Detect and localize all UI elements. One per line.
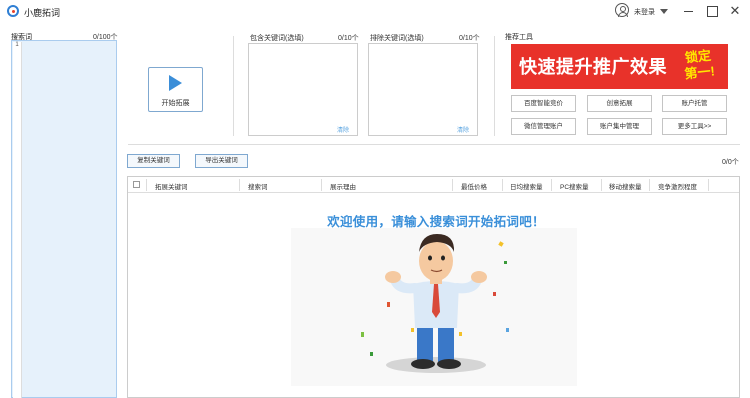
column-separator: [502, 179, 503, 191]
app-title: 小鹿拓词: [24, 8, 61, 18]
exclude-keywords-input[interactable]: 清除: [368, 43, 478, 136]
col-pc-search[interactable]: PC搜索量: [560, 181, 589, 191]
col-search-word[interactable]: 搜索词: [248, 181, 268, 191]
column-separator: [146, 179, 147, 191]
tools-title: 推荐工具: [505, 34, 533, 41]
copy-keywords-button[interactable]: 复制关键词: [127, 154, 180, 168]
column-separator: [649, 179, 650, 191]
minimize-button[interactable]: [682, 4, 696, 18]
promo-banner[interactable]: 快速提升推广效果 锁定 第一!: [511, 44, 728, 89]
close-icon[interactable]: ✕: [728, 4, 742, 18]
shrugging-man-illustration: [291, 228, 577, 386]
tool-creative-expand-button[interactable]: 创意拓展: [587, 95, 652, 112]
table-header: 拓展关键词 搜索词 展示理由 最低价格 日均搜索量 PC搜索量 移动搜索量 竞争…: [128, 177, 739, 193]
column-separator: [452, 179, 453, 191]
export-keywords-button[interactable]: 导出关键词: [195, 154, 248, 168]
chevron-down-icon[interactable]: [660, 9, 668, 14]
include-keywords-label: 包含关键词(选填): [250, 35, 304, 42]
column-separator: [321, 179, 322, 191]
user-avatar-icon[interactable]: [615, 3, 629, 17]
column-separator: [551, 179, 552, 191]
start-expand-button[interactable]: 开始拓展: [148, 67, 203, 112]
clear-exclude-link[interactable]: 清除: [457, 125, 469, 134]
promo-text: 快速提升推广效果: [519, 57, 667, 77]
col-reason[interactable]: 展示理由: [330, 181, 356, 191]
divider: [494, 36, 495, 136]
col-min-price[interactable]: 最低价格: [461, 181, 487, 191]
start-expand-label: 开始拓展: [161, 100, 190, 107]
column-separator: [601, 179, 602, 191]
divider: [128, 144, 740, 145]
login-status[interactable]: 未登录: [634, 7, 655, 17]
maximize-button[interactable]: [705, 4, 719, 18]
divider: [233, 36, 234, 136]
include-keywords-count: 0/10个: [338, 35, 359, 42]
search-words-input[interactable]: 1: [11, 40, 117, 398]
select-all-checkbox[interactable]: [133, 181, 140, 188]
clear-include-link[interactable]: 清除: [337, 125, 349, 134]
result-count: 0/0个: [722, 159, 739, 166]
app-logo-icon: [7, 5, 19, 17]
results-table: 拓展关键词 搜索词 展示理由 最低价格 日均搜索量 PC搜索量 移动搜索量 竞争…: [127, 176, 740, 398]
include-keywords-input[interactable]: 清除: [248, 43, 358, 136]
promo-badge: 锁定 第一!: [674, 47, 723, 86]
col-expanded-keyword[interactable]: 拓展关键词: [155, 181, 188, 191]
column-separator: [239, 179, 240, 191]
play-icon: [169, 75, 182, 91]
title-bar: 小鹿拓词 未登录 ✕: [0, 0, 750, 24]
tool-account-central-button[interactable]: 账户集中管理: [587, 118, 652, 135]
tool-baidu-bidding-button[interactable]: 百度智能竞价: [511, 95, 576, 112]
tool-more-button[interactable]: 更多工具>>: [662, 118, 727, 135]
col-daily-search[interactable]: 日均搜索量: [510, 181, 543, 191]
line-number: 1: [13, 42, 22, 398]
tool-wechat-account-button[interactable]: 微信管理账户: [511, 118, 576, 135]
exclude-keywords-count: 0/10个: [459, 35, 480, 42]
col-mobile-search[interactable]: 移动搜索量: [609, 181, 642, 191]
shrugging-man-icon: [361, 234, 509, 373]
promo-badge-line2: 第一!: [683, 63, 716, 82]
tool-account-hosting-button[interactable]: 账户托管: [662, 95, 727, 112]
column-separator: [708, 179, 709, 191]
col-competition[interactable]: 竞争激烈程度: [658, 181, 697, 191]
exclude-keywords-label: 排除关键词(选填): [370, 35, 424, 42]
